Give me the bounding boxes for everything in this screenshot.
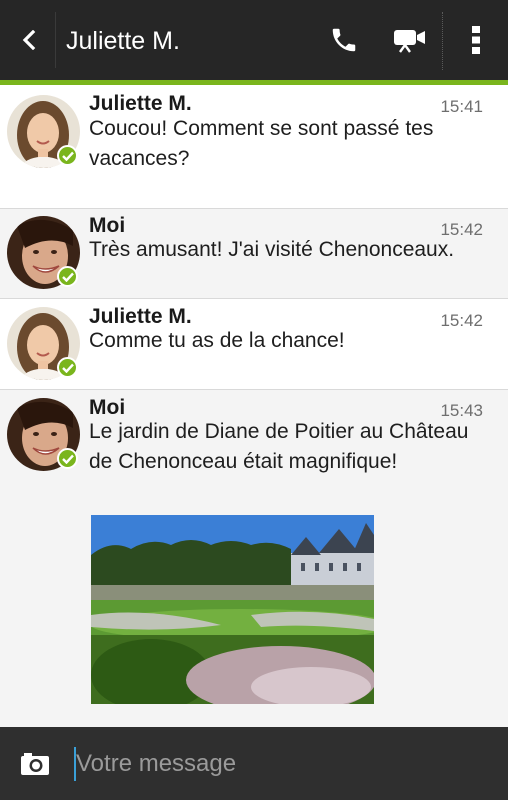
message-text: Très amusant! J'ai visité Chenonceaux.	[89, 238, 455, 261]
chat-screen: Juliette M. Juliette M. 15:41 Coucou! Co…	[0, 0, 508, 800]
header-divider	[55, 12, 56, 68]
overflow-menu-icon[interactable]	[462, 18, 490, 62]
message-text: Comme tu as de la chance!	[89, 329, 345, 352]
delivered-check-icon	[57, 145, 78, 166]
video-camera-icon[interactable]	[388, 18, 432, 62]
message-composer	[0, 727, 508, 800]
message-text: Coucou! Comment se sont passé tes vacanc…	[89, 117, 434, 170]
delivered-check-icon	[57, 448, 78, 469]
delivered-check-icon	[57, 357, 78, 378]
phone-icon[interactable]	[324, 18, 364, 62]
message-item[interactable]: Moi 15:42 Très amusant! J'ai visité Chen…	[0, 209, 508, 298]
chat-header: Juliette M.	[0, 0, 508, 80]
photo-attachment[interactable]	[91, 515, 374, 704]
message-text: Le jardin de Diane de Poitier au Château…	[89, 420, 469, 473]
header-dotted-divider	[442, 12, 443, 70]
delivered-check-icon	[57, 266, 78, 287]
message-sender: Juliette M.	[89, 92, 192, 115]
contact-name-title[interactable]: Juliette M.	[66, 24, 180, 58]
message-input[interactable]	[76, 745, 476, 783]
back-arrow-icon[interactable]	[14, 24, 44, 56]
message-item[interactable]: Juliette M. 15:41 Coucou! Comment se son…	[0, 85, 508, 208]
camera-icon[interactable]	[18, 749, 52, 779]
message-item[interactable]: Juliette M. 15:42 Comme tu as de la chan…	[0, 299, 508, 389]
message-list[interactable]: Juliette M. 15:41 Coucou! Comment se son…	[0, 85, 508, 727]
